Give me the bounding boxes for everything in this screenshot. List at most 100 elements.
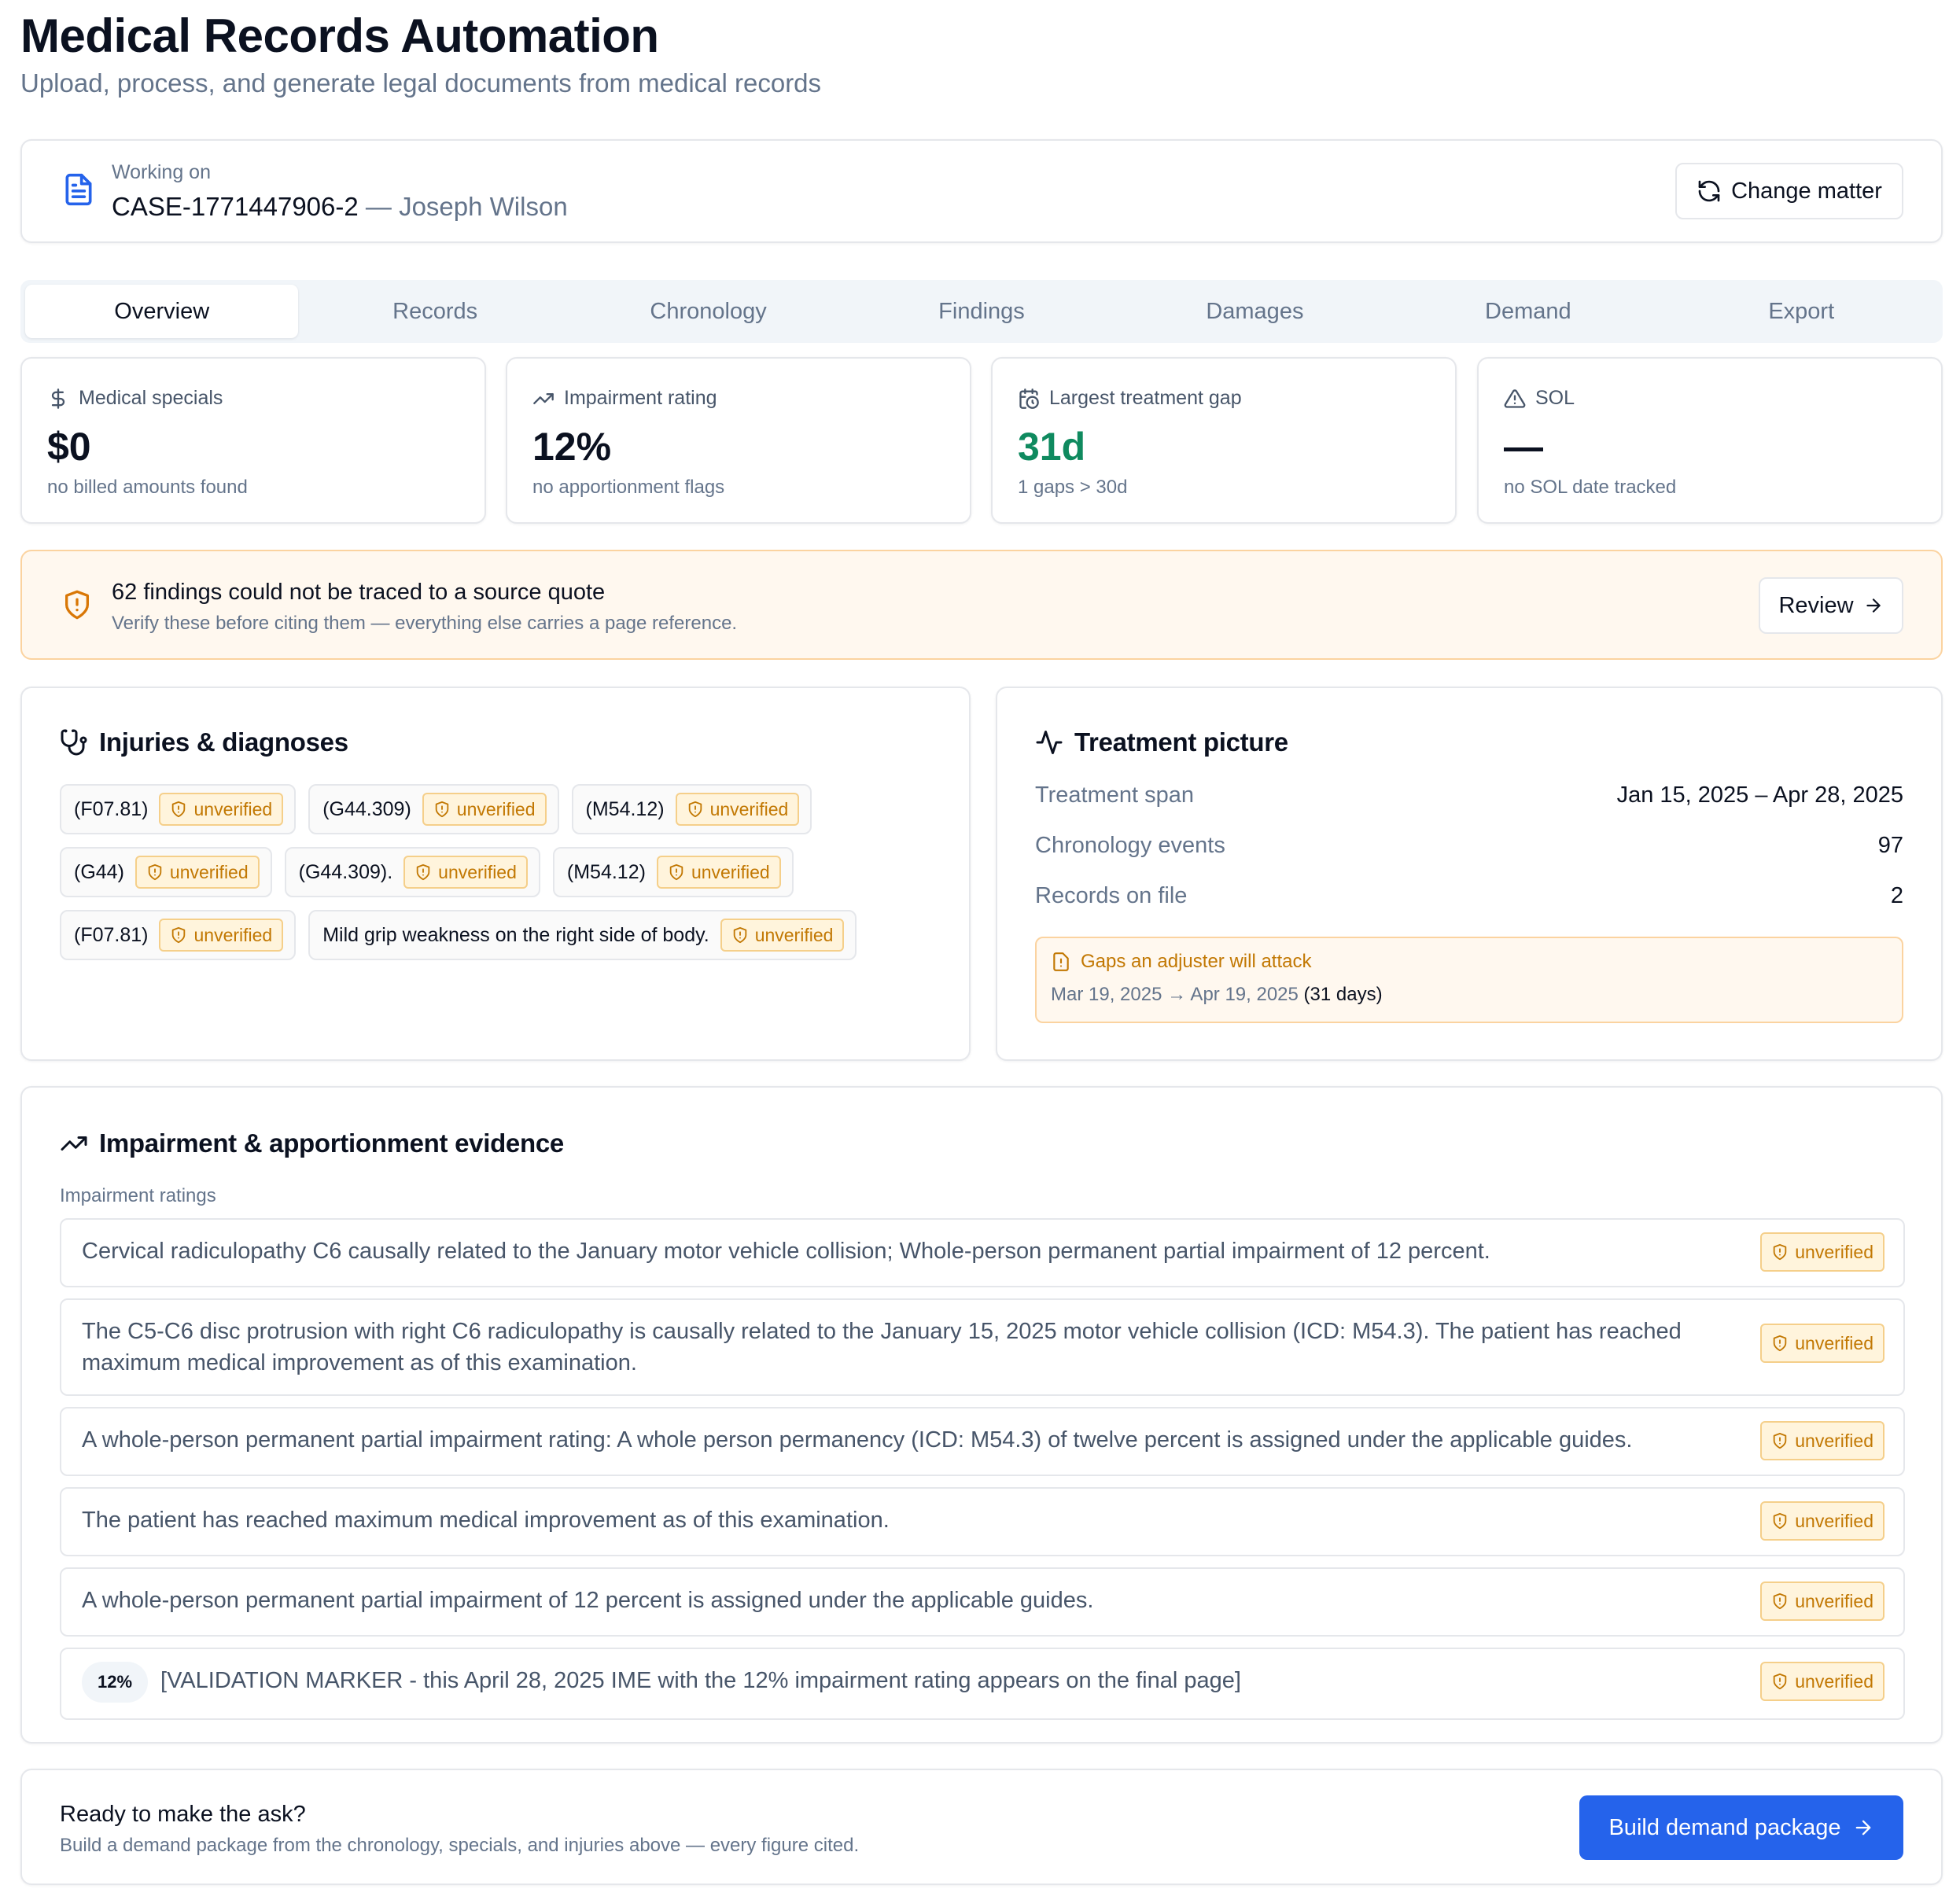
tab-records[interactable]: Records: [298, 285, 571, 338]
impairment-panel: Impairment & apportionment evidence Impa…: [20, 1086, 1943, 1744]
impairment-text: A whole-person permanent partial impairm…: [82, 1427, 1633, 1453]
impairment-item[interactable]: The patient has reached maximum medical …: [60, 1487, 1905, 1556]
diagnosis-code: Mild grip weakness on the right side of …: [322, 923, 709, 946]
shield-icon: [1771, 1432, 1789, 1449]
row-key: Chronology events: [1035, 833, 1225, 858]
stat-note: no apportionment flags: [532, 477, 725, 498]
diagnosis-chip[interactable]: Mild grip weakness on the right side of …: [308, 910, 857, 960]
stat-value: $0: [47, 425, 91, 469]
badge-label: unverified: [438, 861, 517, 882]
file-text-icon: [61, 172, 96, 207]
shield-icon: [433, 801, 451, 818]
shield-icon: [1771, 1243, 1789, 1261]
alert-subtitle: Verify these before citing them — everyt…: [112, 613, 738, 634]
tab-demand[interactable]: Demand: [1391, 285, 1664, 338]
case-separator: —: [358, 192, 400, 221]
unverified-badge: unverified: [422, 793, 547, 826]
client-name: Joseph Wilson: [399, 192, 568, 221]
unverified-badge: unverified: [134, 856, 260, 889]
unverified-badge: unverified: [1760, 1501, 1884, 1541]
change-matter-label: Change matter: [1731, 178, 1882, 204]
case-id: CASE-1771447906-2: [112, 192, 359, 221]
shield-icon: [1771, 1673, 1789, 1690]
impairment-text: The C5-C6 disc protrusion with right C6 …: [82, 1319, 1682, 1375]
dollar-icon: [47, 388, 69, 410]
stat-label-text: Impairment rating: [564, 387, 717, 409]
gap-range: Mar 19, 2025 → Apr 19, 2025 (31 days): [1051, 984, 1383, 1006]
impairment-text: [VALIDATION MARKER - this April 28, 2025…: [160, 1668, 1241, 1693]
diagnosis-chip[interactable]: (M54.12) unverified: [571, 784, 812, 834]
diagnosis-chip[interactable]: (G44) unverified: [60, 847, 272, 897]
untraced-findings-alert: 62 findings could not be traced to a sou…: [20, 550, 1943, 660]
stethoscope-icon: [60, 728, 88, 757]
shield-alert-icon: [61, 589, 93, 620]
rating-pill: 12%: [82, 1662, 149, 1703]
impairment-item[interactable]: Cervical radiculopathy C6 causally relat…: [60, 1218, 1905, 1287]
trending-up-icon: [532, 388, 554, 410]
treatment-panel: Treatment picture Treatment span Jan 15,…: [996, 687, 1943, 1061]
gaps-warning-box: Gaps an adjuster will attack Mar 19, 202…: [1035, 937, 1903, 1023]
unverified-badge: unverified: [159, 919, 284, 952]
badge-label: unverified: [709, 798, 789, 819]
impairment-title-text: Impairment & apportionment evidence: [99, 1129, 564, 1158]
diagnosis-chip[interactable]: (F07.81) unverified: [60, 784, 297, 834]
unverified-badge: unverified: [1760, 1232, 1884, 1272]
impairment-item[interactable]: 12% [VALIDATION MARKER - this April 28, …: [60, 1648, 1905, 1720]
shield-icon: [1771, 1512, 1789, 1530]
diagnosis-chip[interactable]: (G44.309). unverified: [284, 847, 540, 897]
stat-note: 1 gaps > 30d: [1018, 477, 1128, 498]
change-matter-button[interactable]: Change matter: [1675, 163, 1903, 219]
alert-title: 62 findings could not be traced to a sou…: [112, 580, 606, 605]
review-button[interactable]: Review: [1759, 577, 1903, 634]
shield-icon: [1771, 1335, 1789, 1352]
shield-icon: [170, 926, 187, 944]
diagnosis-chip[interactable]: (M54.12) unverified: [552, 847, 794, 897]
diagnosis-code: (M54.12): [566, 860, 646, 883]
shield-icon: [414, 863, 432, 881]
diagnosis-chip[interactable]: (F07.81) unverified: [60, 910, 297, 960]
review-label: Review: [1778, 592, 1854, 618]
shield-icon: [1771, 1593, 1789, 1610]
unverified-badge: unverified: [1760, 1581, 1884, 1621]
cta-subtitle: Build a demand package from the chronolo…: [60, 1835, 860, 1856]
calendar-clock-icon: [1018, 388, 1040, 410]
impairment-item[interactable]: A whole-person permanent partial impairm…: [60, 1407, 1905, 1476]
page-title: Medical Records Automation: [20, 9, 659, 62]
tab-overview[interactable]: Overview: [25, 285, 299, 338]
tab-chronology[interactable]: Chronology: [572, 285, 845, 338]
refresh-icon: [1697, 179, 1722, 204]
badge-label: unverified: [193, 798, 273, 819]
stat-value: 31d: [1018, 425, 1086, 469]
diagnosis-code: (G44.309).: [298, 860, 393, 883]
injuries-panel: Injuries & diagnoses (F07.81) unverified…: [20, 687, 971, 1061]
treatment-title-text: Treatment picture: [1074, 727, 1288, 757]
stat-note: no SOL date tracked: [1504, 477, 1677, 498]
tab-damages[interactable]: Damages: [1118, 285, 1391, 338]
unverified-badge: unverified: [1760, 1662, 1884, 1701]
stat-label: Largest treatment gap: [1018, 387, 1242, 410]
treatment-title: Treatment picture: [1035, 727, 1288, 757]
tab-findings[interactable]: Findings: [845, 285, 1118, 338]
impairment-item[interactable]: A whole-person permanent partial impairm…: [60, 1567, 1905, 1637]
records-on-file-row: Records on file 2: [1035, 883, 1903, 909]
chronology-events-row: Chronology events 97: [1035, 833, 1903, 859]
diagnosis-chip[interactable]: (G44.309) unverified: [308, 784, 559, 834]
build-demand-package-button[interactable]: Build demand package: [1579, 1795, 1903, 1860]
diagnosis-code: (G44.309): [322, 797, 411, 820]
impairment-text: A whole-person permanent partial impairm…: [82, 1588, 1094, 1613]
matter-bar: Working on CASE-1771447906-2 — Joseph Wi…: [20, 139, 1943, 243]
stat-label-text: Medical specials: [79, 387, 223, 409]
badge-label: unverified: [691, 861, 770, 882]
tab-bar: Overview Records Chronology Findings Dam…: [20, 280, 1943, 343]
treatment-span-row: Treatment span Jan 15, 2025 – Apr 28, 20…: [1035, 782, 1903, 808]
shield-icon: [687, 801, 704, 818]
tab-export[interactable]: Export: [1665, 285, 1938, 338]
badge-label: unverified: [1795, 1511, 1873, 1531]
badge-label: unverified: [1795, 1333, 1873, 1353]
row-value: 2: [1890, 883, 1903, 908]
injuries-title-text: Injuries & diagnoses: [99, 727, 348, 757]
arrow-right-icon: [1852, 1817, 1874, 1839]
stat-label: Medical specials: [47, 387, 223, 410]
impairment-title: Impairment & apportionment evidence: [60, 1129, 564, 1158]
impairment-item[interactable]: The C5-C6 disc protrusion with right C6 …: [60, 1298, 1905, 1396]
